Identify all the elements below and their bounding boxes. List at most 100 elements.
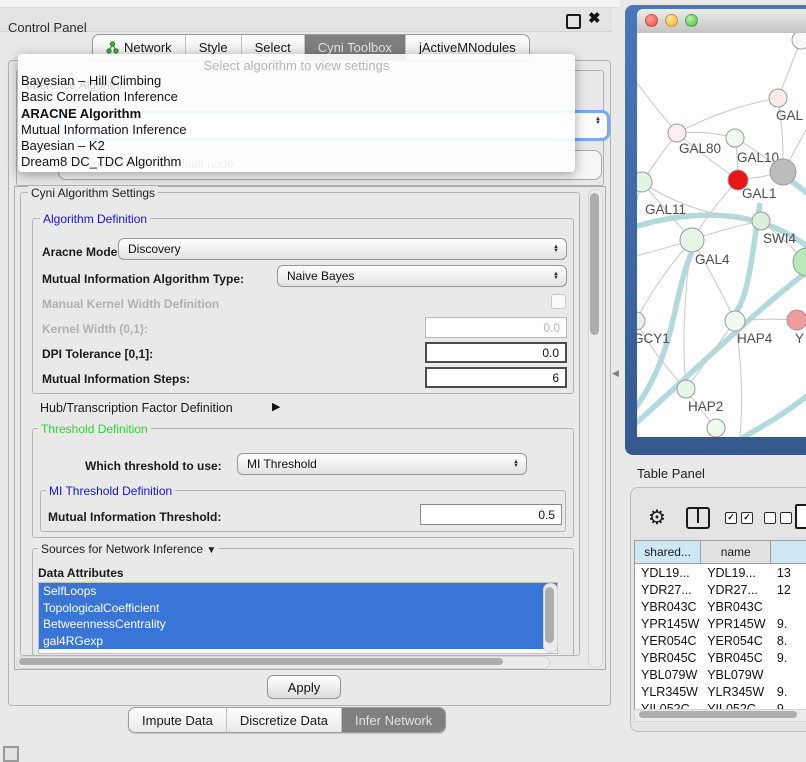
expand-arrow-icon[interactable]: ▶ [272, 400, 280, 413]
node-table: shared...name YDL19...YDL19...13YDR27...… [634, 540, 806, 722]
apply-button[interactable]: Apply [267, 675, 341, 699]
top-strip [0, 0, 620, 8]
network-canvas[interactable]: GALGAL80GAL10GAL1GAL11SWI4GAL4GCY1HAP4YH… [637, 33, 806, 437]
node-label: GAL11 [645, 202, 686, 217]
network-node-gal11[interactable] [637, 172, 652, 192]
network-node-swi4[interactable] [752, 212, 770, 230]
network-node-hap2[interactable] [677, 380, 695, 398]
attribute-list-scrollbar[interactable] [543, 583, 558, 653]
aracne-mode-combo[interactable]: Discovery ▲▼ [118, 238, 567, 260]
table-row[interactable]: YBR043CYBR043C [635, 598, 806, 615]
table-row[interactable]: YER054CYER054C8. [635, 632, 806, 649]
attribute-item[interactable]: TopologicalCoefficient [39, 600, 557, 617]
mi-threshold-input[interactable]: 0.5 [420, 504, 562, 525]
table-row[interactable]: YLR345WYLR345W9. [635, 683, 806, 700]
table-row[interactable]: YBR045CYBR045C9. [635, 649, 806, 666]
scrollbar-thumb[interactable] [590, 193, 599, 335]
traffic-light-zoom-icon[interactable] [685, 14, 698, 27]
mi-type-combo[interactable]: Naive Bayes ▲▼ [277, 265, 567, 287]
attribute-item[interactable]: BetweennessCentrality [39, 616, 557, 633]
table-column-header[interactable] [771, 541, 806, 563]
tab-discretize-data[interactable]: Discretize Data [227, 708, 342, 732]
table-cell: YPR145W [635, 615, 701, 632]
float-window-icon[interactable] [566, 14, 581, 29]
network-node[interactable] [793, 248, 806, 276]
sources-title-text: Sources for Network Inference [41, 542, 203, 556]
split-divider [697, 509, 699, 523]
node-label: GAL10 [737, 150, 779, 165]
attribute-item[interactable]: SelfLoops [39, 583, 557, 600]
network-node[interactable] [707, 419, 725, 437]
tab-impute-data[interactable]: Impute Data [129, 708, 227, 732]
manual-kernel-checkbox[interactable] [551, 294, 566, 309]
dpi-tolerance-input[interactable]: 0.0 [425, 342, 567, 363]
network-node-gal80[interactable] [668, 124, 686, 142]
network-node-hap4[interactable] [725, 311, 745, 331]
tab-infer-network[interactable]: Infer Network [342, 708, 445, 732]
network-node[interactable] [770, 159, 796, 185]
data-attributes-list[interactable]: SelfLoopsTopologicalCoefficientBetweenne… [38, 582, 558, 654]
mi-threshold-title: MI Threshold Definition [46, 484, 175, 498]
table-row[interactable]: YDR27...YDR27...12 [635, 581, 806, 598]
algorithm-option[interactable]: Mutual Information Inference [20, 122, 573, 138]
traffic-light-minimize-icon[interactable] [665, 14, 678, 27]
settings-vertical-scrollbar[interactable] [588, 189, 603, 668]
network-edge [637, 60, 677, 133]
table-cell: YBR045C [701, 649, 771, 666]
algorithm-option[interactable]: Dream8 DC_TDC Algorithm [20, 154, 573, 170]
network-graph: GALGAL80GAL10GAL1GAL11SWI4GAL4GCY1HAP4YH… [637, 33, 806, 437]
scrollbar-thumb[interactable] [639, 711, 797, 718]
network-node-gal10[interactable] [726, 129, 744, 147]
algorithm-option[interactable]: Bayesian – K2 [20, 138, 573, 154]
table-row[interactable]: YDL19...YDL19...13 [635, 564, 806, 581]
table-row[interactable]: YBL079WYBL079W [635, 666, 806, 683]
deselect-all-icon[interactable] [764, 512, 776, 524]
document-icon[interactable] [795, 504, 806, 529]
tab-label: Cyni Toolbox [318, 40, 392, 55]
network-node-y[interactable] [787, 310, 806, 330]
table-panel-title: Table Panel [637, 466, 705, 481]
network-node-gcy1[interactable] [637, 312, 645, 330]
network-node-gal[interactable] [769, 89, 787, 107]
aracne-mode-label: Aracne Mode: [42, 245, 121, 259]
collapse-arrow-icon[interactable]: ▼ [206, 545, 216, 556]
table-cell: YER054C [635, 632, 701, 649]
traffic-light-close-icon[interactable] [645, 14, 658, 27]
split-columns-icon[interactable] [686, 507, 710, 529]
dropdown-placeholder: Select algorithm to view settings [18, 58, 575, 73]
select-all-icon[interactable]: ✓ [725, 512, 737, 524]
algorithm-dropdown: Inference Algorithm Select algorithm to … [18, 54, 575, 172]
combo-arrows-icon: ▲▼ [553, 266, 559, 286]
network-edge-highlighted [790, 180, 806, 197]
which-threshold-combo[interactable]: MI Threshold ▲▼ [237, 453, 527, 475]
node-label: GAL1 [742, 186, 777, 201]
table-cell: YBR045C [635, 649, 701, 666]
mi-steps-input[interactable]: 6 [425, 367, 567, 388]
deselect-all-icon[interactable] [780, 512, 792, 524]
network-node-gal4[interactable] [680, 228, 704, 252]
table-row[interactable]: YPR145WYPR145W9. [635, 615, 806, 632]
network-node[interactable] [792, 33, 806, 49]
hub-definition-label: Hub/Transcription Factor Definition [40, 401, 233, 415]
node-label: GCY1 [637, 331, 670, 346]
scrollbar-thumb[interactable] [545, 587, 554, 643]
gear-icon[interactable]: ⚙ [648, 505, 666, 530]
scrollbar-thumb[interactable] [19, 658, 503, 665]
select-all-icon[interactable]: ✓ [741, 512, 753, 524]
table-horizontal-scrollbar[interactable] [634, 709, 806, 722]
kernel-width-input[interactable]: 0.0 [425, 317, 567, 338]
panel-grip-icon[interactable] [3, 746, 19, 762]
algorithm-option[interactable]: Bayesian – Hill Climbing [20, 73, 573, 89]
algorithm-option[interactable]: Basic Correlation Inference [20, 89, 573, 105]
splitter-arrow-icon[interactable]: ◀ [612, 368, 619, 379]
close-icon[interactable]: ✖ [588, 9, 601, 27]
table-column-header[interactable]: shared... [635, 541, 701, 563]
settings-horizontal-scrollbar[interactable] [16, 656, 550, 669]
algorithm-option[interactable]: ARACNE Algorithm [20, 106, 573, 122]
node-label: SWI4 [763, 231, 796, 246]
table-cell: YDL19... [701, 564, 771, 581]
table-column-header[interactable]: name [701, 541, 771, 563]
network-window-titlebar[interactable] [637, 9, 806, 34]
combo-arrows-icon: ▲▼ [553, 239, 559, 259]
attribute-item[interactable]: gal4RGexp [39, 633, 557, 650]
